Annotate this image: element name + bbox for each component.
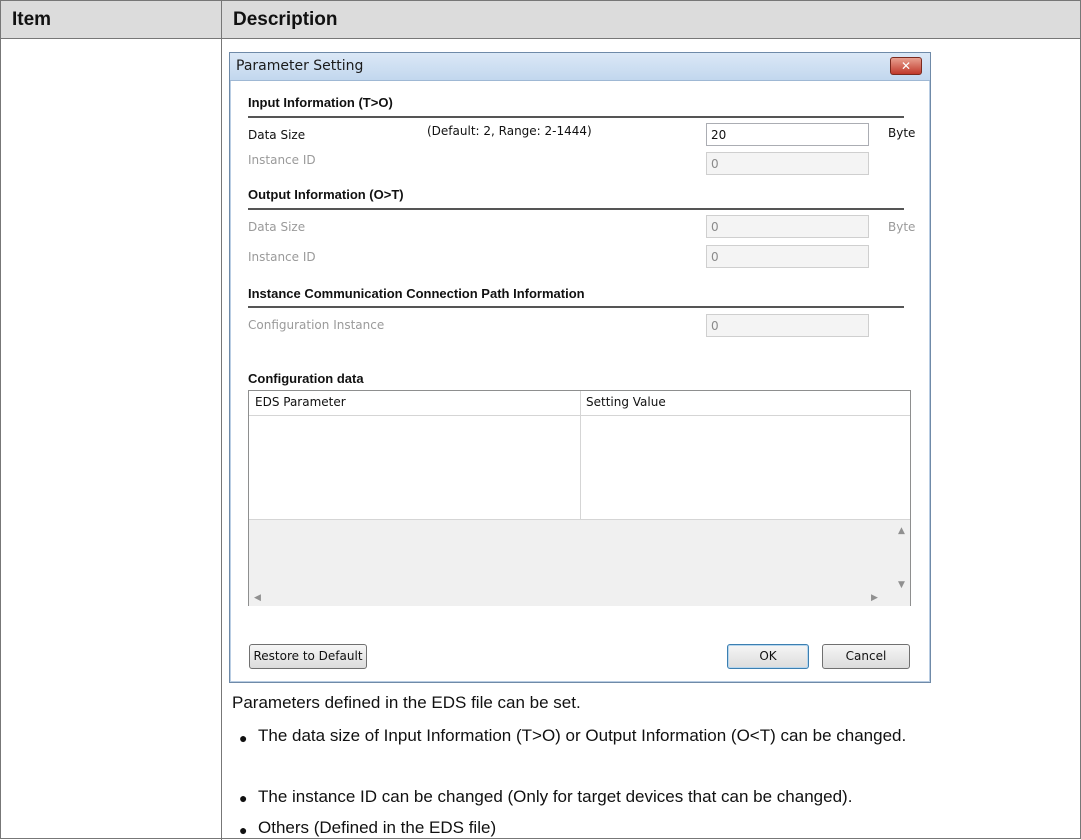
input-data-size-hint: (Default: 2, Range: 2-1444)	[427, 124, 592, 138]
configuration-instance-label: Configuration Instance	[248, 318, 385, 332]
parameter-setting-dialog: Parameter Setting ✕ Input Information (T…	[229, 52, 931, 683]
input-data-size-field[interactable]: 20	[706, 123, 869, 146]
input-instance-id-field[interactable]: 0	[706, 152, 869, 175]
configuration-data-title: Configuration data	[248, 371, 364, 386]
scroll-down-icon[interactable]: ▼	[898, 580, 905, 590]
description-intro: Parameters defined in the EDS file can b…	[232, 693, 581, 712]
input-information-title: Input Information (T>O)	[248, 95, 393, 110]
input-data-size-unit: Byte	[888, 126, 916, 140]
ok-button[interactable]: OK	[727, 644, 809, 669]
vertical-scrollbar[interactable]: ▲ ▼	[893, 520, 910, 592]
dialog-title: Parameter Setting	[236, 58, 364, 74]
input-instance-id-label: Instance ID	[248, 153, 316, 167]
grid-column-divider	[580, 391, 581, 519]
description-bullet-3: Others (Defined in the EDS file)	[258, 818, 497, 837]
eds-parameter-column-header[interactable]: EDS Parameter	[255, 395, 346, 409]
horizontal-scrollbar[interactable]: ◀ ▶	[249, 592, 893, 606]
output-instance-id-field[interactable]: 0	[706, 245, 869, 268]
connection-path-title: Instance Communication Connection Path I…	[248, 286, 585, 301]
output-data-size-unit: Byte	[888, 220, 916, 234]
input-section-rule	[248, 116, 904, 118]
configuration-data-grid[interactable]: EDS Parameter Setting Value ▲ ▼ ◀ ▶	[248, 390, 911, 606]
description-bullet-1: The data size of Input Information (T>O)…	[258, 726, 907, 745]
description-bullet-2: The instance ID can be changed (Only for…	[258, 787, 853, 806]
cancel-button[interactable]: Cancel	[822, 644, 910, 669]
bullet-icon: ●	[239, 730, 248, 746]
output-data-size-field[interactable]: 0	[706, 215, 869, 238]
connection-section-rule	[248, 306, 904, 308]
output-data-size-label: Data Size	[248, 220, 306, 234]
scroll-up-icon[interactable]: ▲	[898, 526, 905, 536]
restore-to-default-button[interactable]: Restore to Default	[249, 644, 367, 669]
input-data-size-label: Data Size	[248, 128, 306, 142]
description-column-header: Description	[233, 9, 338, 30]
output-instance-id-label: Instance ID	[248, 250, 316, 264]
table-header-row: Item Description	[1, 1, 1080, 39]
column-divider	[221, 1, 222, 840]
bullet-icon: ●	[239, 822, 248, 838]
dialog-title-bar[interactable]: Parameter Setting ✕	[230, 53, 930, 81]
bullet-icon: ●	[239, 790, 248, 806]
item-column-header: Item	[12, 9, 52, 30]
output-information-title: Output Information (O>T)	[248, 187, 404, 202]
grid-empty-area: ▲ ▼ ◀ ▶	[249, 519, 910, 606]
configuration-instance-field[interactable]: 0	[706, 314, 869, 337]
scroll-right-icon[interactable]: ▶	[871, 593, 878, 603]
scroll-left-icon[interactable]: ◀	[254, 593, 261, 603]
output-section-rule	[248, 208, 904, 210]
setting-value-column-header[interactable]: Setting Value	[586, 395, 666, 409]
close-button[interactable]: ✕	[890, 57, 922, 75]
close-icon: ✕	[900, 59, 912, 73]
